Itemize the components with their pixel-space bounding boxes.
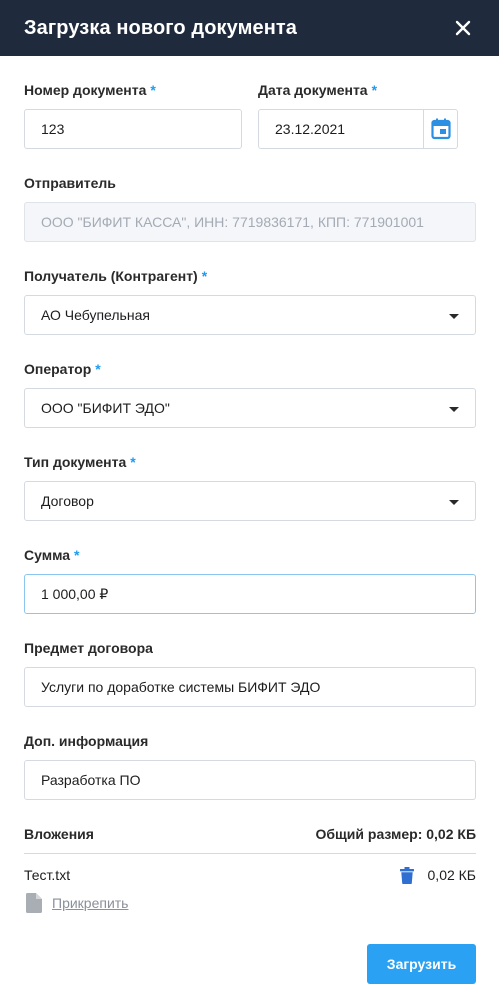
doc-date-input[interactable]: 23.12.2021 <box>258 109 458 149</box>
extra-info-value: Разработка ПО <box>41 772 141 788</box>
chevron-down-icon <box>449 314 459 319</box>
trash-icon[interactable] <box>399 866 416 884</box>
attachment-size: 0,02 КБ <box>427 867 476 883</box>
attachments-header: Вложения Общий размер: 0,02 КБ <box>24 826 476 842</box>
attachment-row: Тест.txt 0,02 КБ <box>24 866 476 884</box>
doc-type-value: Договор <box>41 493 94 509</box>
recipient-select[interactable]: АО Чебупельная <box>24 295 476 335</box>
close-icon[interactable] <box>451 16 475 40</box>
amount-input[interactable]: 1 000,00 ₽ <box>24 574 476 614</box>
file-icon <box>24 893 44 913</box>
amount-value: 1 000,00 ₽ <box>41 585 109 602</box>
doc-date-label: Дата документа * <box>258 82 378 98</box>
chevron-down-icon <box>449 500 459 505</box>
attach-file-link[interactable]: Прикрепить <box>24 893 128 913</box>
doc-type-select[interactable]: Договор <box>24 481 476 521</box>
attachment-name[interactable]: Тест.txt <box>24 867 400 883</box>
required-mark: * <box>371 82 378 98</box>
doc-type-label: Тип документа * <box>24 454 136 470</box>
required-mark: * <box>201 268 208 284</box>
subject-input[interactable]: Услуги по доработке системы БИФИТ ЭДО <box>24 667 476 707</box>
sender-label: Отправитель <box>24 175 116 191</box>
amount-label: Сумма * <box>24 547 80 563</box>
operator-label: Оператор * <box>24 361 101 377</box>
attachments-total-size: Общий размер: 0,02 КБ <box>315 826 476 842</box>
dialog-header: Загрузка нового документа <box>0 0 499 56</box>
subject-label: Предмет договора <box>24 640 153 656</box>
doc-number-value: 123 <box>41 121 65 137</box>
recipient-label: Получатель (Контрагент) * <box>24 268 208 284</box>
sender-placeholder: ООО "БИФИТ КАССА", ИНН: 7719836171, КПП:… <box>41 214 424 230</box>
operator-value: ООО "БИФИТ ЭДО" <box>41 400 170 416</box>
subject-value: Услуги по доработке системы БИФИТ ЭДО <box>41 679 321 695</box>
extra-info-input[interactable]: Разработка ПО <box>24 760 476 800</box>
required-mark: * <box>95 361 101 377</box>
doc-date-value: 23.12.2021 <box>275 121 346 137</box>
extra-info-label: Доп. информация <box>24 733 149 749</box>
doc-number-input[interactable]: 123 <box>24 109 242 149</box>
chevron-down-icon <box>449 407 459 412</box>
recipient-value: АО Чебупельная <box>41 307 150 323</box>
upload-button[interactable]: Загрузить <box>367 944 476 984</box>
dialog-title: Загрузка нового документа <box>24 16 298 39</box>
attachments-divider <box>24 853 476 854</box>
required-mark: * <box>150 82 156 98</box>
attach-label[interactable]: Прикрепить <box>52 895 128 911</box>
doc-number-label: Номер документа * <box>24 82 156 98</box>
attachments-label: Вложения <box>24 826 94 842</box>
operator-select[interactable]: ООО "БИФИТ ЭДО" <box>24 388 476 428</box>
required-mark: * <box>74 547 80 563</box>
calendar-icon[interactable] <box>423 110 457 148</box>
sender-input: ООО "БИФИТ КАССА", ИНН: 7719836171, КПП:… <box>24 202 476 242</box>
required-mark: * <box>130 454 136 470</box>
